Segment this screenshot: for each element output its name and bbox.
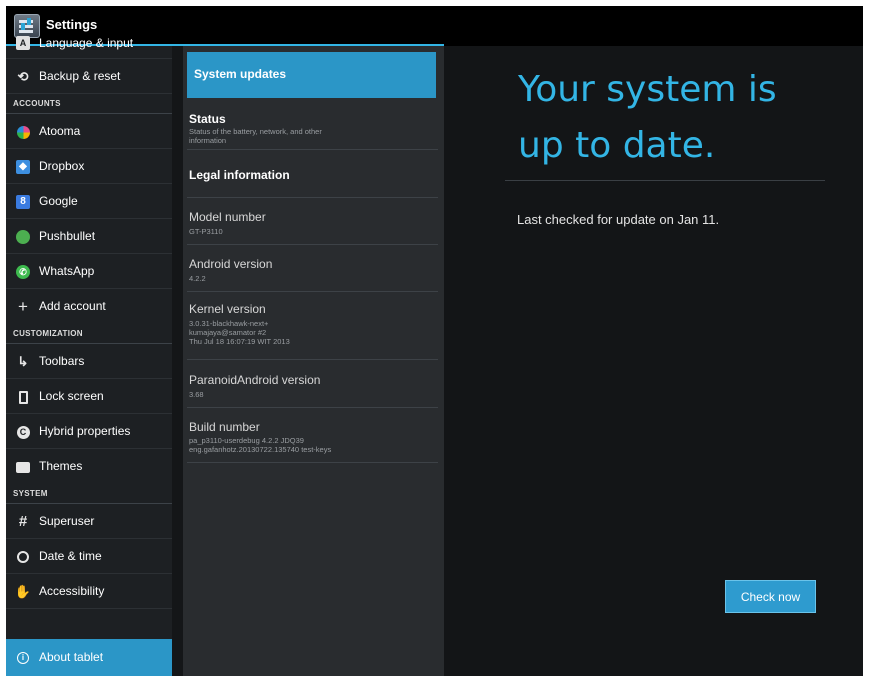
row-summary: Status of the battery, network, and othe… xyxy=(189,127,322,145)
row-title: Kernel version xyxy=(189,302,266,316)
sidebar-item-label: Dropbox xyxy=(39,159,85,173)
about-row-status[interactable]: Status Status of the battery, network, a… xyxy=(183,100,444,150)
headline-line-2: up to date. xyxy=(518,125,716,166)
sidebar-item-label: About tablet xyxy=(39,650,104,664)
about-row-system-updates[interactable]: System updates xyxy=(187,52,436,98)
row-summary: 3.0.31-blackhawk-next+ kumajaya@samator … xyxy=(189,319,290,346)
sidebar-item-label: Superuser xyxy=(39,514,95,528)
sidebar-item-themes[interactable]: Themes xyxy=(6,449,172,484)
sidebar-item-google[interactable]: 8 Google xyxy=(6,184,172,219)
row-title: Status xyxy=(189,112,226,126)
sidebar-item-label: Lock screen xyxy=(39,389,104,403)
section-header-customization: CUSTOMIZATION xyxy=(6,324,172,344)
accessibility-icon: ✋ xyxy=(14,584,32,599)
sidebar-item-toolbars[interactable]: ↳ Toolbars xyxy=(6,344,172,379)
sidebar-item-lock-screen[interactable]: Lock screen xyxy=(6,379,172,414)
sidebar-item-label: Backup & reset xyxy=(39,69,121,83)
sidebar-item-superuser[interactable]: # Superuser xyxy=(6,504,172,539)
google-icon: 8 xyxy=(16,195,30,209)
headline-divider xyxy=(505,180,825,181)
backup-icon: ⟲ xyxy=(17,69,29,84)
row-summary: 3.68 xyxy=(189,390,204,399)
system-update-panel: Your system is up to date. Last checked … xyxy=(444,46,863,676)
section-header-accounts: ACCOUNTS xyxy=(6,94,172,114)
hybrid-icon: C xyxy=(16,425,30,439)
sidebar-item-atooma[interactable]: Atooma xyxy=(6,114,172,149)
atooma-icon xyxy=(16,125,30,139)
sidebar-item-pushbullet[interactable]: Pushbullet xyxy=(6,219,172,254)
row-title: Android version xyxy=(189,257,273,271)
lock-screen-icon xyxy=(16,390,30,404)
clock-icon xyxy=(16,550,30,564)
about-row-build-number: Build number pa_p3110-userdebug 4.2.2 JD… xyxy=(183,408,444,463)
screen: Settings A Language & input ⟲ Backup & r… xyxy=(6,6,863,676)
about-row-paranoidandroid-version: ParanoidAndroid version 3.68 xyxy=(183,360,444,408)
info-icon: i xyxy=(16,651,30,665)
sidebar-item-label: Language & input xyxy=(39,36,134,50)
row-title: ParanoidAndroid version xyxy=(189,373,321,387)
themes-icon xyxy=(16,460,30,474)
superuser-icon: # xyxy=(18,513,28,530)
section-header-system: SYSTEM xyxy=(6,484,172,504)
sidebar-item-about-tablet[interactable]: i About tablet xyxy=(6,639,172,676)
sidebar-item-label: Hybrid properties xyxy=(39,424,131,438)
language-icon: A xyxy=(16,36,30,50)
plus-icon: + xyxy=(18,297,28,316)
row-summary: 4.2.2 xyxy=(189,274,206,283)
sidebar-item-label: Toolbars xyxy=(39,354,85,368)
pushbullet-icon xyxy=(16,230,30,244)
sidebar-item-date-time[interactable]: Date & time xyxy=(6,539,172,574)
settings-sidebar: A Language & input ⟲ Backup & reset ACCO… xyxy=(6,36,172,676)
about-row-legal-information[interactable]: Legal information xyxy=(183,150,444,198)
dropbox-icon: ◆ xyxy=(16,160,30,174)
about-tablet-list: System updates Status Status of the batt… xyxy=(183,46,444,676)
sidebar-item-label: Add account xyxy=(39,299,106,313)
update-status-headline: Your system is up to date. xyxy=(518,68,777,168)
sidebar-item-label: WhatsApp xyxy=(39,264,95,278)
pane-divider xyxy=(172,46,183,676)
sidebar-item-label: Pushbullet xyxy=(39,229,96,243)
toolbars-icon: ↳ xyxy=(17,354,29,369)
headline-line-1: Your system is xyxy=(518,69,777,110)
sidebar-item-accessibility[interactable]: ✋ Accessibility xyxy=(6,574,172,609)
sidebar-item-label: Themes xyxy=(39,459,83,473)
row-title: Build number xyxy=(189,420,260,434)
last-checked-text: Last checked for update on Jan 11. xyxy=(517,212,720,227)
row-title: System updates xyxy=(194,67,287,81)
sidebar-item-label: Accessibility xyxy=(39,584,105,598)
sidebar-item-dropbox[interactable]: ◆ Dropbox xyxy=(6,149,172,184)
sidebar-item-backup[interactable]: ⟲ Backup & reset xyxy=(6,59,172,94)
about-row-model-number: Model number GT-P3110 xyxy=(183,198,444,245)
check-now-button[interactable]: Check now xyxy=(725,580,816,613)
about-row-kernel-version: Kernel version 3.0.31-blackhawk-next+ ku… xyxy=(183,292,444,360)
sidebar-item-language[interactable]: A Language & input xyxy=(6,24,172,59)
sidebar-item-label: Date & time xyxy=(39,549,102,563)
sidebar-item-add-account[interactable]: + Add account xyxy=(6,289,172,324)
row-summary: GT-P3110 xyxy=(189,227,223,236)
whatsapp-icon: ✆ xyxy=(16,265,30,279)
sidebar-item-label: Atooma xyxy=(39,124,81,138)
sidebar-item-whatsapp[interactable]: ✆ WhatsApp xyxy=(6,254,172,289)
sidebar-item-hybrid-properties[interactable]: C Hybrid properties xyxy=(6,414,172,449)
row-summary: pa_p3110-userdebug 4.2.2 JDQ39 eng.gafan… xyxy=(189,436,332,454)
sidebar-item-label: Google xyxy=(39,194,78,208)
row-title: Model number xyxy=(189,210,266,224)
about-row-android-version: Android version 4.2.2 xyxy=(183,245,444,292)
row-title: Legal information xyxy=(189,168,290,182)
